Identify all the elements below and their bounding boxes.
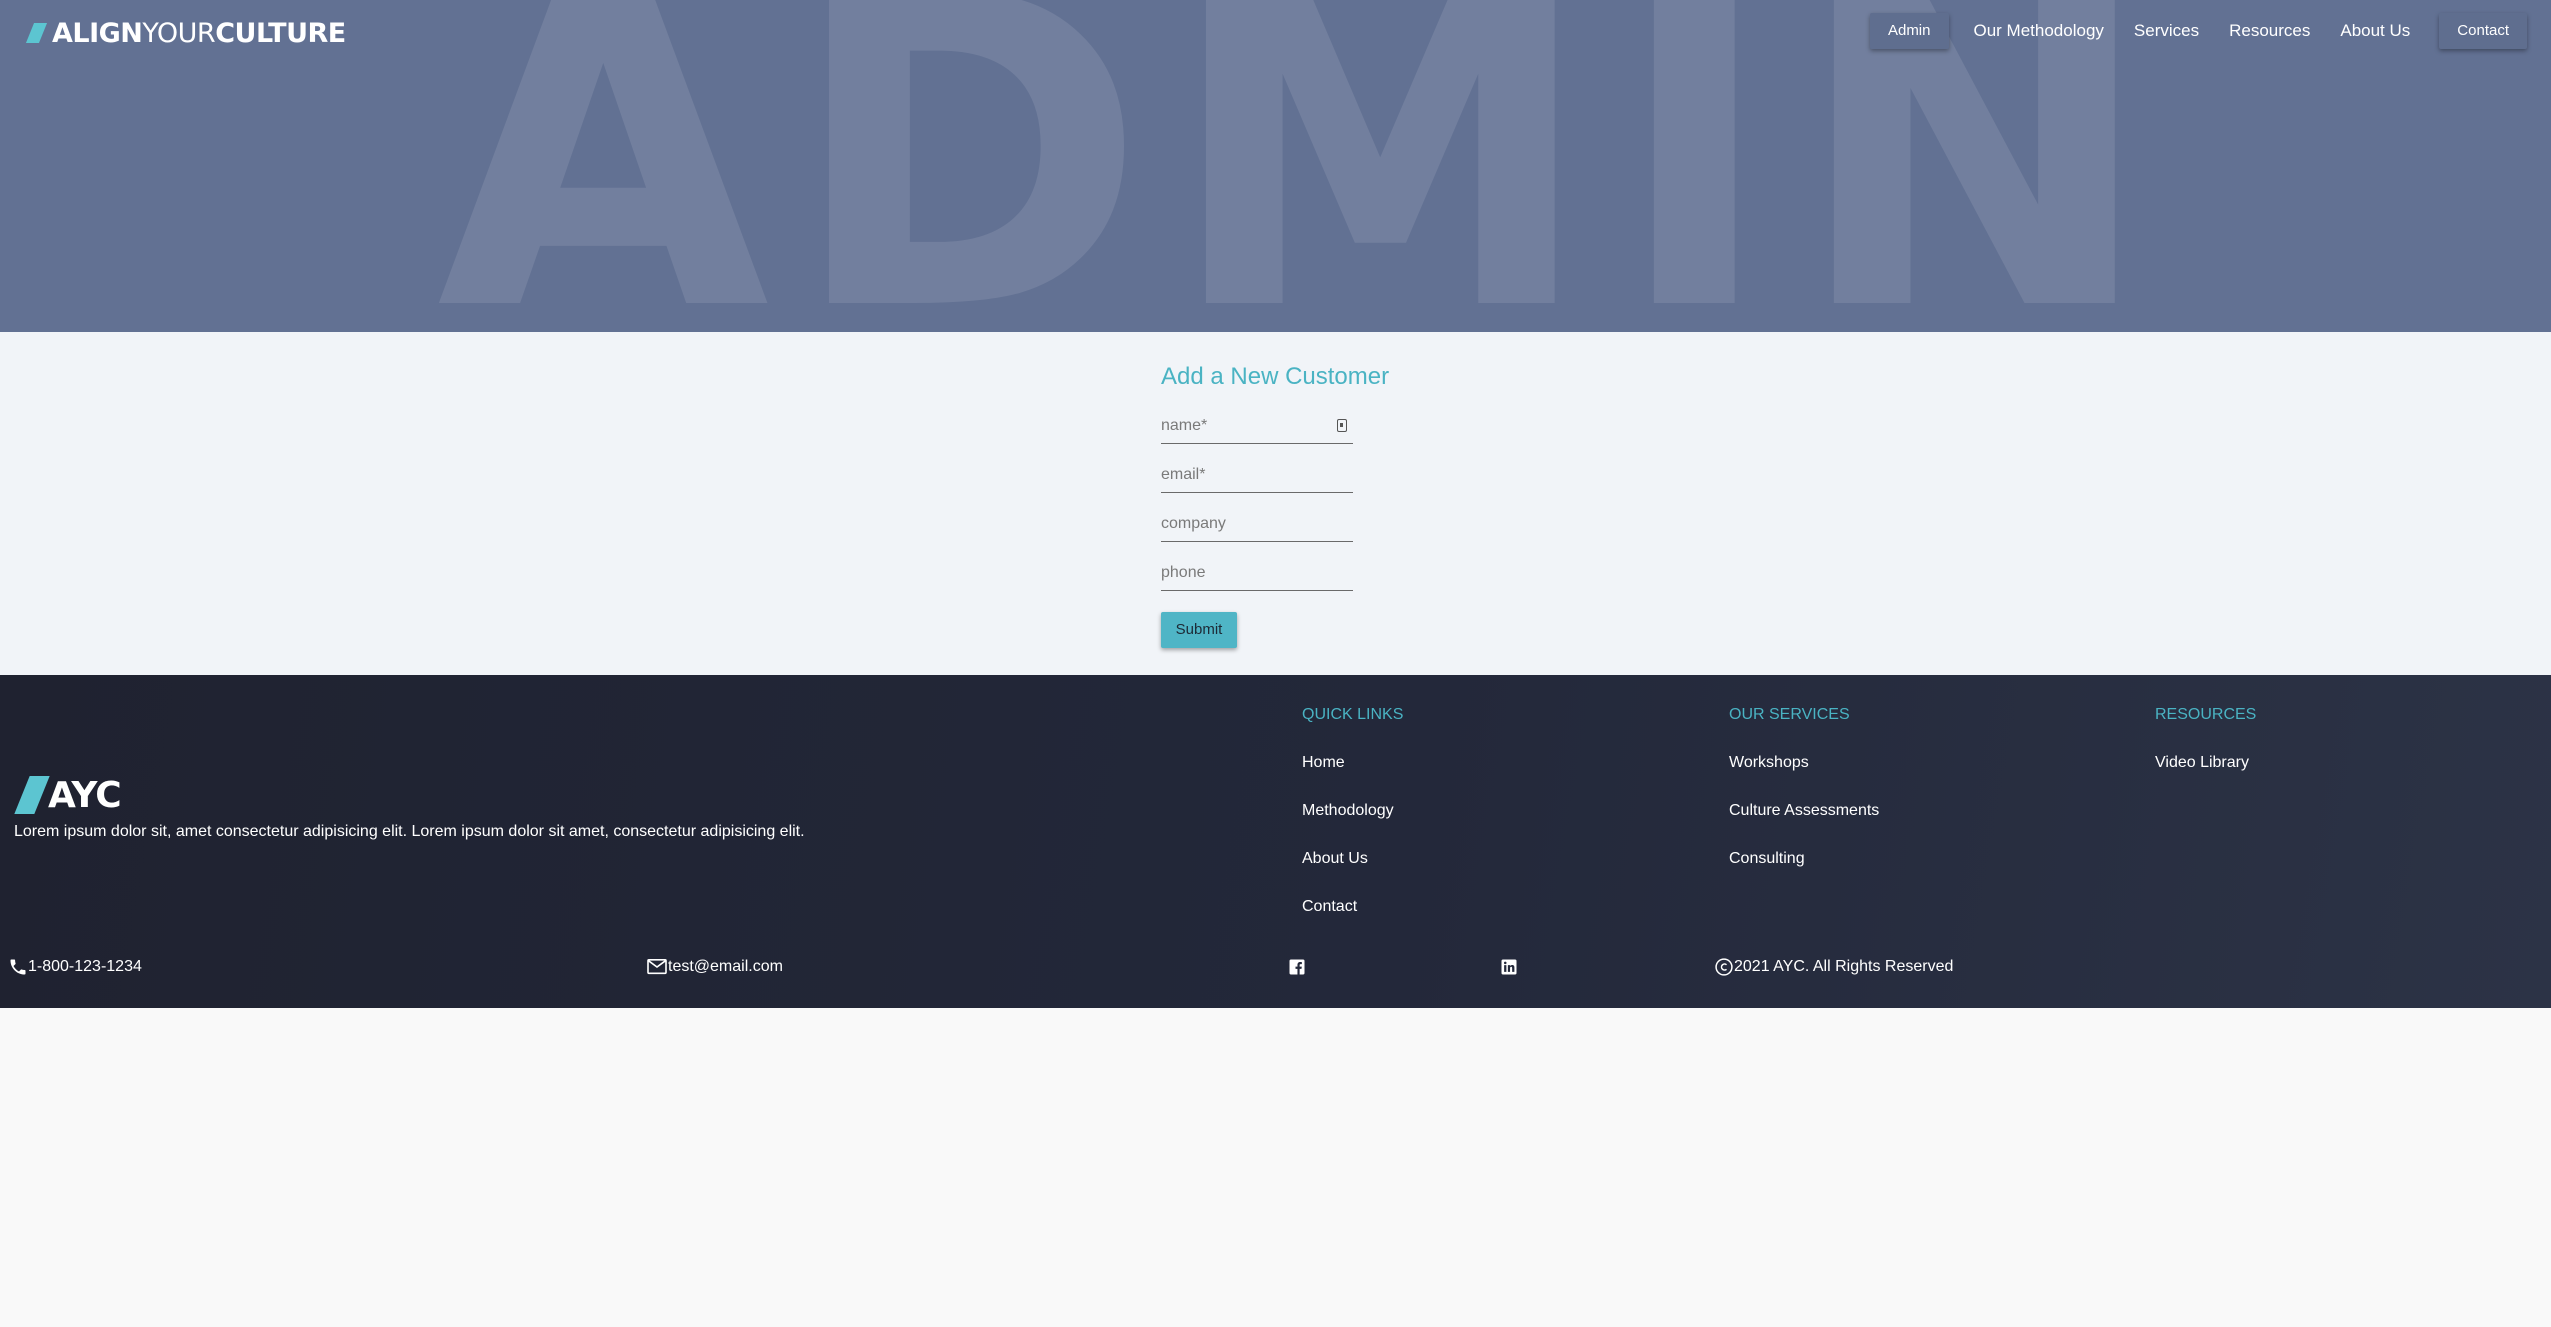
footer-phone[interactable]: 1-800-123-1234	[8, 955, 142, 979]
resources-title: RESOURCES	[2155, 706, 2257, 723]
company-input[interactable]	[1161, 510, 1331, 538]
footer-description: Lorem ipsum dolor sit, amet consectetur …	[14, 823, 805, 840]
logo-text-culture: CULTURE	[215, 17, 346, 49]
footer-email[interactable]: test@email.com	[646, 955, 783, 979]
footer-copyright-text: 2021 AYC. All Rights Reserved	[1734, 958, 1954, 975]
resources-column: RESOURCES Video Library	[2155, 705, 2256, 801]
copyright-icon	[1715, 958, 1733, 976]
facebook-link[interactable]	[1288, 955, 1306, 979]
footer-copyright: 2021 AYC. All Rights Reserved	[1714, 955, 1953, 979]
hero-watermark: ADMIN	[436, 0, 2175, 332]
name-field	[1161, 412, 1353, 444]
mail-icon	[647, 958, 667, 975]
nav-about-us[interactable]: About Us	[2325, 13, 2425, 49]
phone-field	[1161, 559, 1353, 591]
footer-logo-slash-icon	[14, 776, 50, 814]
footer-link-workshops[interactable]: Workshops	[1729, 753, 1879, 773]
linkedin-link[interactable]	[1500, 955, 1518, 979]
footer-link-methodology[interactable]: Methodology	[1302, 801, 1403, 821]
services-title: OUR SERVICES	[1729, 706, 1850, 723]
hero-banner: ADMIN ALIGN YOUR CULTURE Admin Our Methodo…	[0, 0, 2551, 332]
main-nav: Admin Our Methodology Services Resources…	[1869, 13, 2527, 49]
linkedin-icon	[1501, 959, 1517, 975]
quick-links-title: QUICK LINKS	[1302, 706, 1404, 723]
add-customer-form: Add a New Customer Submit	[1161, 362, 1401, 648]
footer-link-consulting[interactable]: Consulting	[1729, 849, 1879, 869]
email-field	[1161, 461, 1353, 493]
logo-slash-icon	[25, 23, 48, 43]
company-field	[1161, 510, 1353, 542]
email-input[interactable]	[1161, 461, 1331, 489]
logo-text-align: ALIGN	[52, 17, 143, 49]
name-input[interactable]	[1161, 412, 1331, 440]
form-title: Add a New Customer	[1161, 363, 1390, 390]
nav-our-methodology[interactable]: Our Methodology	[1959, 13, 2119, 49]
nav-admin-button[interactable]: Admin	[1869, 13, 1949, 49]
footer-link-culture-assessments[interactable]: Culture Assessments	[1729, 801, 1879, 821]
footer-phone-text: 1-800-123-1234	[28, 958, 142, 975]
footer-link-contact[interactable]: Contact	[1302, 897, 1403, 917]
nav-contact-button[interactable]: Contact	[2439, 13, 2527, 49]
site-footer: AYC Lorem ipsum dolor sit, amet consecte…	[0, 675, 2551, 1008]
footer-link-home[interactable]: Home	[1302, 753, 1403, 773]
autofill-contact-icon[interactable]	[1337, 419, 1347, 432]
footer-link-video-library[interactable]: Video Library	[2155, 753, 2256, 773]
site-logo[interactable]: ALIGN YOUR CULTURE	[25, 17, 346, 49]
main-content: Add a New Customer Submit	[0, 332, 2551, 675]
nav-resources[interactable]: Resources	[2214, 13, 2325, 49]
services-column: OUR SERVICES Workshops Culture Assessmen…	[1729, 705, 1879, 897]
submit-button[interactable]: Submit	[1161, 612, 1237, 648]
phone-icon	[10, 959, 26, 975]
footer-link-about-us[interactable]: About Us	[1302, 849, 1403, 869]
footer-email-text: test@email.com	[668, 958, 783, 975]
logo-text-your: YOUR	[142, 17, 216, 49]
footer-logo-text: AYC	[48, 774, 122, 816]
nav-services[interactable]: Services	[2119, 13, 2214, 49]
phone-input[interactable]	[1161, 559, 1331, 587]
facebook-icon	[1289, 959, 1305, 975]
footer-logo[interactable]: AYC	[14, 774, 122, 816]
quick-links-column: QUICK LINKS Home Methodology About Us Co…	[1302, 705, 1403, 945]
